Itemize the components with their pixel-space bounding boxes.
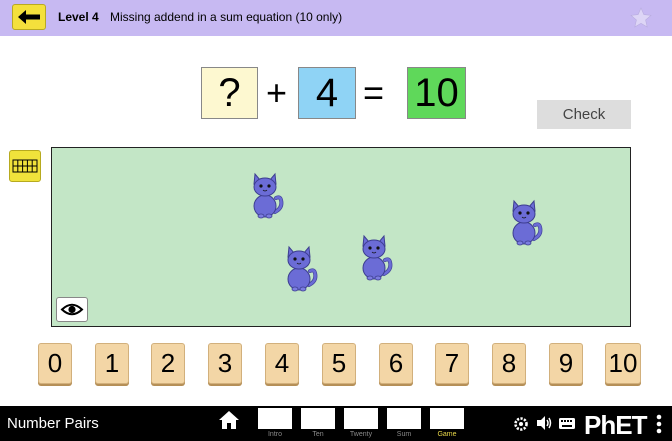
- keyboard-icon[interactable]: [558, 417, 576, 430]
- number-button-4[interactable]: 4: [265, 343, 299, 384]
- screen-label: Intro: [267, 431, 282, 438]
- number-button-0[interactable]: 0: [38, 343, 72, 384]
- cat-icon[interactable]: [245, 172, 285, 220]
- screen-label: Game: [437, 431, 457, 438]
- cat-icon[interactable]: [354, 234, 394, 282]
- number-button-8[interactable]: 8: [492, 343, 526, 384]
- cat-icon[interactable]: [504, 199, 544, 247]
- screen-thumbnail: [430, 408, 464, 429]
- counting-area: [51, 147, 631, 327]
- cat-icon[interactable]: [279, 245, 319, 293]
- number-button-9[interactable]: 9: [549, 343, 583, 384]
- screen-button-game[interactable]: Game: [430, 406, 464, 441]
- sum-box: 10: [407, 67, 466, 119]
- number-button-2[interactable]: 2: [151, 343, 185, 384]
- screen-button-sum[interactable]: Sum: [387, 406, 421, 441]
- missing-addend-box: ?: [201, 67, 258, 119]
- equals-sign: =: [363, 72, 385, 113]
- app-title: Number Pairs: [7, 415, 99, 432]
- visibility-toggle[interactable]: [56, 297, 88, 322]
- screen-thumbnail: [258, 408, 292, 429]
- level-title: Level 4: [58, 10, 99, 24]
- screen-label: Sum: [396, 431, 412, 438]
- screen-label: Twenty: [349, 431, 373, 438]
- screen-thumbnail: [301, 408, 335, 429]
- sound-icon[interactable]: [535, 415, 553, 431]
- known-addend-box: 4: [298, 67, 356, 119]
- number-button-6[interactable]: 6: [379, 343, 413, 384]
- level-description: Missing addend in a sum equation (10 onl…: [110, 10, 343, 24]
- ten-frame-button[interactable]: [9, 150, 41, 182]
- menu-icon[interactable]: [655, 413, 663, 435]
- screen-thumbnail: [387, 408, 421, 429]
- number-button-5[interactable]: 5: [322, 343, 356, 384]
- screen-button-twenty[interactable]: Twenty: [344, 406, 378, 441]
- screen-button-ten[interactable]: Ten: [301, 406, 335, 441]
- star-icon: [630, 7, 652, 28]
- number-button-10[interactable]: 10: [605, 343, 641, 384]
- ten-frame-icon: [12, 159, 38, 173]
- back-arrow-icon: [18, 10, 40, 24]
- screen-button-intro[interactable]: Intro: [258, 406, 292, 441]
- plus-sign: +: [266, 72, 288, 113]
- header-bar: Level 4 Missing addend in a sum equation…: [0, 0, 672, 36]
- home-icon[interactable]: [218, 410, 240, 430]
- settings-icon[interactable]: [513, 416, 529, 432]
- number-button-1[interactable]: 1: [95, 343, 129, 384]
- number-button-3[interactable]: 3: [208, 343, 242, 384]
- check-button[interactable]: Check: [537, 100, 631, 129]
- back-button[interactable]: [12, 4, 46, 30]
- navigation-bar: Number Pairs Intro Ten Twenty Sum Game P…: [0, 406, 672, 441]
- screen-thumbnail: [344, 408, 378, 429]
- screen-label: Ten: [312, 431, 324, 438]
- eye-icon: [60, 303, 84, 316]
- phet-logo[interactable]: PhET: [584, 410, 647, 441]
- number-button-7[interactable]: 7: [435, 343, 469, 384]
